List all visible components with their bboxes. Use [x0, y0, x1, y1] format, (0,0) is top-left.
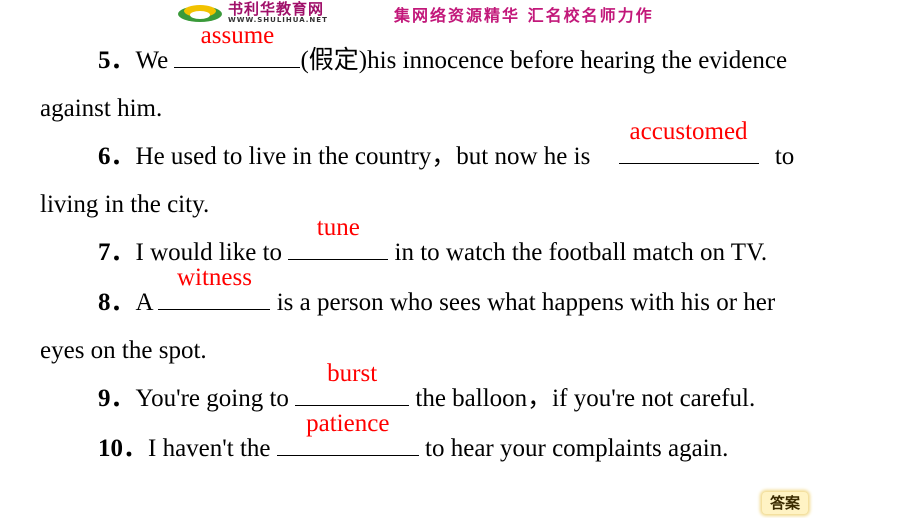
question-text: is a person who sees what happens with h…	[270, 289, 776, 316]
question-text: I haven't the	[148, 435, 277, 462]
answer-blank: witness	[158, 264, 271, 310]
site-header: 书利华教育网 WWW.SHULIHUA.NET 集网络资源精华 汇名校名师力作	[0, 0, 920, 28]
question-number: 8．	[98, 289, 136, 316]
answer-text: accustomed	[629, 118, 748, 145]
question-text: I would like to	[135, 239, 289, 266]
answer-text: burst	[327, 360, 378, 387]
answer-button[interactable]: 答案	[762, 492, 808, 514]
question-text: He used to live in the country，but now h…	[135, 143, 597, 170]
question-number: 6．	[98, 143, 136, 170]
question-number: 10．	[98, 435, 149, 462]
question-text: We	[135, 47, 175, 74]
question-8: 8．A witness is a person who sees what ha…	[98, 264, 776, 318]
question-text: to hear your complaints again.	[418, 435, 729, 462]
header-slogan: 集网络资源精华 汇名校名师力作	[394, 6, 654, 25]
answer-text: patience	[306, 410, 390, 437]
answer-text: tune	[316, 214, 360, 241]
answer-blank: tune	[288, 214, 389, 260]
answer-text: witness	[176, 264, 252, 291]
answer-text: assume	[200, 22, 275, 49]
question-9: 9．You're going to burst the balloon，if y…	[98, 360, 756, 414]
question-text: (假定)his innocence before hearing the evi…	[300, 47, 788, 74]
question-5-continuation: against him.	[40, 95, 163, 122]
question-text: A	[135, 289, 159, 316]
question-5: 5．We assume (假定)his innocence before hear…	[98, 22, 788, 76]
answer-blank: accustomed	[618, 118, 759, 164]
question-6-continuation: living in the city.	[40, 191, 210, 218]
question-text: You're going to	[135, 385, 296, 412]
question-text: in to watch the football match on TV.	[388, 239, 768, 266]
answer-blank: patience	[276, 410, 419, 456]
question-10: 10．I haven't the patience to hear your c…	[98, 410, 729, 464]
brand-name: 书利华教育网	[228, 0, 325, 18]
question-number: 5．	[98, 47, 136, 74]
shulihua-logo-icon	[178, 5, 222, 22]
question-number: 9．	[98, 385, 136, 412]
answer-blank: assume	[174, 22, 301, 68]
question-8-continuation: eyes on the spot.	[40, 337, 207, 364]
answer-blank: burst	[295, 360, 410, 406]
question-6: 6．He used to live in the country，but now…	[98, 118, 795, 172]
question-text: to	[768, 143, 795, 170]
question-number: 7．	[98, 239, 136, 266]
question-text: the balloon，if you're not careful.	[409, 385, 756, 412]
